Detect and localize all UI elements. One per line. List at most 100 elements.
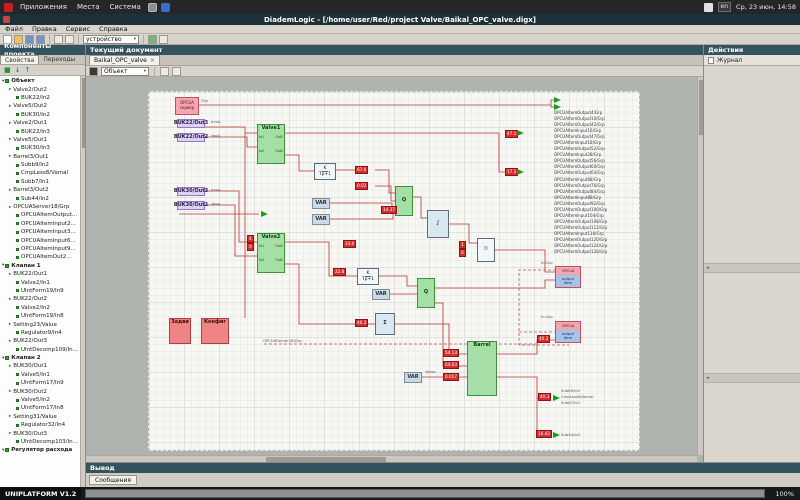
scrollbar-thumb[interactable]	[699, 80, 703, 135]
diagram-page[interactable]: OPCUAItemOutput4/GrpOPCUAItemOutput10/Gr…	[148, 91, 640, 451]
tree-item[interactable]: OPCUAItemInput3...	[0, 228, 85, 236]
tree-item[interactable]: UIntDecomp109/In...	[0, 346, 85, 354]
zoom-level[interactable]: 100%	[769, 490, 800, 498]
expander-icon[interactable]: ▾	[2, 448, 4, 453]
collapsed-section-1[interactable]: ▸	[704, 263, 800, 273]
distro-menu-icon[interactable]	[4, 3, 13, 12]
tree-item[interactable]: ▸Barrel3/Out2	[0, 186, 85, 194]
canvas-horizontal-scrollbar[interactable]	[86, 455, 697, 462]
tree-item[interactable]: BUK22/In3	[0, 127, 85, 135]
tree-item[interactable]: ▸Setting23/Value	[0, 320, 85, 328]
tree-item[interactable]: Sub44/In2	[0, 194, 85, 202]
tab-messages[interactable]: Сообщения	[89, 475, 137, 485]
tree-item[interactable]: CmpLess8/Vamal	[0, 169, 85, 177]
scrollbar-thumb[interactable]	[266, 457, 386, 462]
tree-scrollbar[interactable]	[80, 76, 85, 487]
tree-item[interactable]: ▸BUK22/Out1	[0, 270, 85, 278]
object-mode-icon[interactable]	[89, 67, 98, 76]
tree-item[interactable]: OPCUAItemInput9...	[0, 245, 85, 253]
tree-item[interactable]: ▸OPCUAServer18/Grp	[0, 203, 85, 211]
menu-places[interactable]: Места	[74, 3, 103, 11]
filter-icon[interactable]: ■	[4, 67, 11, 74]
diagram-block[interactable]: VAR	[312, 198, 330, 209]
tree-item[interactable]: ▸BUK30/Out3	[0, 429, 85, 437]
diagram-block[interactable]: BUK30/Out2	[177, 201, 205, 210]
diagram-block[interactable]: BUK22/Out3	[177, 119, 205, 128]
diagram-block[interactable]: Конфиг	[201, 318, 229, 344]
notification-icon[interactable]	[704, 3, 713, 12]
journal-button[interactable]: Журнал	[704, 55, 800, 66]
close-tab-icon[interactable]: ×	[150, 57, 155, 64]
tab-properties[interactable]: Свойства	[0, 55, 39, 64]
diagram-block[interactable]: Q	[395, 186, 413, 216]
tree-item[interactable]: UIntDecomp103/In...	[0, 438, 85, 446]
clock[interactable]: Ср, 23 июн, 14:58	[736, 3, 796, 11]
diagram-block[interactable]: VAR	[372, 289, 390, 300]
diagram-block[interactable]: KTp+1	[357, 268, 379, 285]
menu-system[interactable]: Система	[107, 3, 144, 11]
diagram-block[interactable]: П	[477, 238, 495, 262]
tree-item[interactable]: Valve2/In1	[0, 278, 85, 286]
diagram-scroll-area[interactable]: OPCUAItemOutput4/GrpOPCUAItemOutput10/Gr…	[86, 77, 703, 462]
tree-item[interactable]: OPCUAItemOutput...	[0, 211, 85, 219]
tree-item[interactable]: ▸BUK22/Out2	[0, 295, 85, 303]
diagram-block[interactable]: Задви	[169, 318, 191, 344]
diagram-block[interactable]: OPCUAoutputItem	[555, 321, 581, 343]
diagram-block[interactable]: VAR	[404, 372, 422, 383]
expander-icon[interactable]: ▾	[2, 356, 4, 361]
tree-item[interactable]: ▸Valve2/Out2	[0, 85, 85, 93]
tree-item[interactable]: ▸Valve2/Out1	[0, 119, 85, 127]
tree-item[interactable]: ▸BUK30/Out2	[0, 387, 85, 395]
collapsed-section-2[interactable]: ▸	[704, 373, 800, 383]
diagram-block[interactable]: BUK22/Out2	[177, 133, 205, 142]
settings-button[interactable]	[159, 35, 168, 44]
expander-icon[interactable]: ▾	[2, 263, 4, 268]
diagram-block[interactable]: Σ	[375, 313, 395, 335]
tree-item[interactable]: Valve5/In1	[0, 371, 85, 379]
menu-file[interactable]: Файл	[5, 25, 23, 33]
zoom-button[interactable]	[172, 67, 181, 76]
diagram-block[interactable]: VAR	[312, 214, 330, 225]
object-combobox[interactable]: Объект ▾	[101, 67, 149, 76]
menu-edit[interactable]: Правка	[32, 25, 57, 33]
tree-item[interactable]: ▸Valve5/Out1	[0, 136, 85, 144]
diagram-block[interactable]: Valve2In1In2Out1Out2	[257, 233, 285, 273]
collapse-all-icon[interactable]: ↑	[25, 67, 31, 74]
diagram-block[interactable]: BUK30/Out3	[177, 187, 205, 196]
tree-item[interactable]: OPCUAItemInput2...	[0, 220, 85, 228]
tree-item[interactable]: Valve5/In2	[0, 396, 85, 404]
menu-service[interactable]: Сервис	[66, 25, 90, 33]
tree-item[interactable]: OPCUAItemInput6...	[0, 236, 85, 244]
diagram-block[interactable]: ∫	[427, 210, 449, 238]
canvas-vertical-scrollbar[interactable]	[697, 77, 703, 455]
tree-item[interactable]: Valve2/In2	[0, 304, 85, 312]
tree-item[interactable]: ▾Регулятор расхода	[0, 446, 85, 454]
expand-all-icon[interactable]: ↓	[15, 67, 21, 74]
tree-item[interactable]: BUK22/In2	[0, 94, 85, 102]
diagram-block[interactable]: Q	[417, 278, 435, 308]
expander-icon[interactable]: ▾	[2, 79, 4, 84]
tree-item[interactable]: ▸BUK30/Out1	[0, 362, 85, 370]
tree-item[interactable]: UIntForm19/In9	[0, 287, 85, 295]
menu-applications[interactable]: Приложения	[17, 3, 70, 11]
tree-item[interactable]: ▸Setting31/Value	[0, 413, 85, 421]
tree-item[interactable]: ▸Valve5/Out2	[0, 102, 85, 110]
terminal-launcher-icon[interactable]	[148, 3, 157, 12]
device-combobox[interactable]: устройство ▾	[83, 35, 139, 44]
run-button[interactable]	[148, 35, 157, 44]
diagram-block[interactable]: OPCUAoutputItem	[555, 266, 581, 288]
diagram-block[interactable]: OPCUAсервер	[175, 97, 199, 115]
tree-item[interactable]: UIntForm19/In8	[0, 312, 85, 320]
menu-help[interactable]: Справка	[99, 25, 128, 33]
tree-item[interactable]: BUK30/In3	[0, 144, 85, 152]
document-tab[interactable]: Baikal_OPC_valve ×	[89, 55, 160, 65]
tree-item[interactable]: ▾Клапан 2	[0, 354, 85, 362]
diagram-block[interactable]: KTp+1	[314, 163, 336, 180]
tree-item[interactable]: UIntForm17/In9	[0, 379, 85, 387]
tree-item[interactable]: ▾Объект	[0, 77, 85, 85]
tab-transitions[interactable]: Переходы	[39, 55, 79, 64]
tree-item[interactable]: Regulator32/In4	[0, 421, 85, 429]
tree-item[interactable]: ▸Barrel3/Out1	[0, 153, 85, 161]
keyboard-layout-indicator[interactable]: en	[718, 2, 732, 12]
window-titlebar[interactable]: DiademLogic - [/home/user/Red/project Va…	[0, 14, 800, 25]
